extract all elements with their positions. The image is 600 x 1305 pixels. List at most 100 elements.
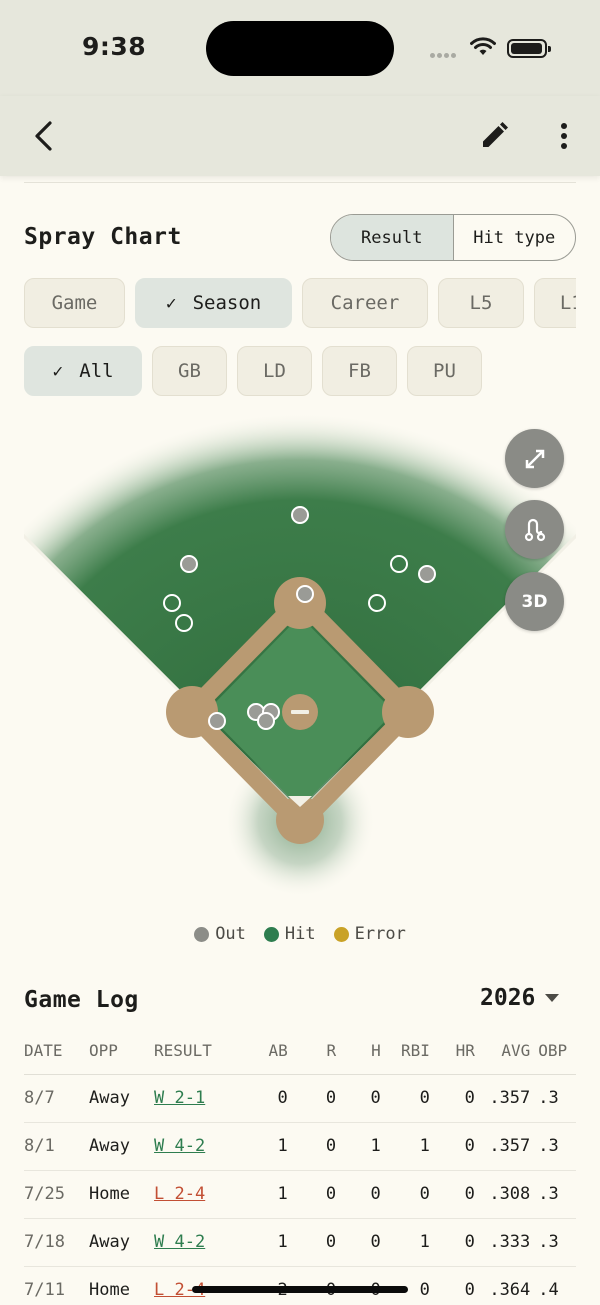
more-options-button[interactable] xyxy=(548,114,580,158)
chip-ld[interactable]: LD xyxy=(237,346,312,396)
col-r[interactable]: R xyxy=(287,1028,337,1075)
result-link[interactable]: W 4-2 xyxy=(154,1232,205,1252)
cell-opp: Home xyxy=(89,1266,155,1305)
chip-label: Season xyxy=(192,292,262,314)
cell-result: L 2-4 xyxy=(154,1170,261,1219)
table-row[interactable]: 7/18 Away W 4-2 1 0 0 1 0.333.3 xyxy=(24,1218,576,1267)
chip-all[interactable]: ✓ All xyxy=(24,346,142,396)
caret-down-icon xyxy=(545,994,560,1002)
wifi-icon xyxy=(470,37,496,55)
game-log-table-container[interactable]: DATE OPP RESULT AB R H RBI HR AVG OBP 8/… xyxy=(24,1028,576,1305)
cell-h: 1 xyxy=(336,1122,381,1171)
pencil-icon xyxy=(483,122,508,147)
more-vert-icon xyxy=(561,123,567,149)
batted-ball-out-marker[interactable] xyxy=(208,712,226,730)
batted-ball-out-marker[interactable] xyxy=(296,585,314,603)
spray-chart-field xyxy=(24,400,576,898)
cell-ab: 1 xyxy=(260,1122,288,1171)
chip-season[interactable]: ✓ Season xyxy=(135,278,292,328)
mode-result-button[interactable]: Result xyxy=(331,215,454,260)
legend-dot xyxy=(333,926,349,942)
cell-rbi: 0 xyxy=(380,1074,430,1123)
cell-date: 7/25 xyxy=(24,1170,90,1219)
cell-ab: 1 xyxy=(260,1218,288,1267)
col-rbi[interactable]: RBI xyxy=(380,1028,430,1075)
battery-icon xyxy=(507,39,551,58)
cell-date: 8/7 xyxy=(24,1074,90,1123)
arrow-back-icon xyxy=(35,121,52,151)
cell-obp: .3 xyxy=(530,1122,576,1171)
chip-label: PU xyxy=(433,360,456,382)
trajectory-button[interactable] xyxy=(505,500,564,559)
chip-l10[interactable]: L10 xyxy=(534,278,576,328)
chip-career[interactable]: Career xyxy=(302,278,428,328)
cell-ab: 1 xyxy=(260,1170,288,1219)
home-indicator xyxy=(192,1286,408,1293)
chip-label: LD xyxy=(263,360,286,382)
table-row[interactable]: 7/25 Home L 2-4 1 0 0 0 0.308.3 xyxy=(24,1170,576,1219)
check-icon: ✓ xyxy=(52,360,64,382)
spray-legend: Out Hit Error xyxy=(0,924,600,944)
col-result[interactable]: RESULT xyxy=(154,1028,261,1075)
3d-view-button[interactable]: 3D xyxy=(505,572,564,631)
cell-opp: Home xyxy=(89,1170,155,1219)
col-avg[interactable]: AVG xyxy=(474,1028,531,1075)
cell-hr: 0 xyxy=(429,1122,475,1171)
clock: 9:38 xyxy=(82,32,147,61)
status-bar: 9:38 xyxy=(0,0,600,96)
cell-avg: .333 xyxy=(474,1218,531,1267)
legend-item-out: Out xyxy=(194,924,246,944)
fullscreen-button[interactable] xyxy=(505,429,564,488)
result-link[interactable]: W 4-2 xyxy=(154,1136,205,1156)
col-h[interactable]: H xyxy=(336,1028,381,1075)
chip-label: Career xyxy=(330,292,400,314)
result-link[interactable]: L 2-4 xyxy=(154,1184,205,1204)
chip-pu[interactable]: PU xyxy=(407,346,482,396)
batted-ball-out-marker[interactable] xyxy=(418,565,436,583)
third-base xyxy=(166,686,218,738)
cell-avg: .357 xyxy=(474,1122,531,1171)
legend-label: Hit xyxy=(284,924,316,944)
batted-ball-out-marker[interactable] xyxy=(180,555,198,573)
cell-avg: .357 xyxy=(474,1074,531,1123)
edit-button[interactable] xyxy=(472,114,516,158)
mode-hit-type-button[interactable]: Hit type xyxy=(454,215,576,260)
cell-obp: .3 xyxy=(530,1074,576,1123)
legend-item-error: Error xyxy=(333,924,406,944)
year-selector[interactable]: 2026 xyxy=(480,985,560,1011)
col-date[interactable]: DATE xyxy=(24,1028,90,1075)
col-obp[interactable]: OBP xyxy=(530,1028,576,1075)
cell-date: 8/1 xyxy=(24,1122,90,1171)
chip-label: L10 xyxy=(559,292,576,314)
spray-chart-title: Spray Chart xyxy=(24,224,182,250)
expand-icon xyxy=(525,449,544,468)
cell-rbi: 0 xyxy=(380,1170,430,1219)
chip-gb[interactable]: GB xyxy=(152,346,227,396)
cell-rbi: 1 xyxy=(380,1218,430,1267)
batted-ball-out-marker[interactable] xyxy=(291,506,309,524)
cell-opp: Away xyxy=(89,1218,155,1267)
table-row[interactable]: 8/1 Away W 4-2 1 0 1 1 0.357.3 xyxy=(24,1122,576,1171)
cell-h: 0 xyxy=(336,1218,381,1267)
result-link[interactable]: W 2-1 xyxy=(154,1088,205,1108)
back-button[interactable] xyxy=(22,114,66,158)
chip-l5[interactable]: L5 xyxy=(438,278,524,328)
year-value: 2026 xyxy=(480,985,536,1011)
table-row[interactable]: 8/7 Away W 2-1 0 0 0 0 0.357.3 xyxy=(24,1074,576,1123)
cell-obp: .3 xyxy=(530,1170,576,1219)
chip-label: FB xyxy=(348,360,371,382)
chip-fb[interactable]: FB xyxy=(322,346,397,396)
cell-opp: Away xyxy=(89,1074,155,1123)
chip-label: All xyxy=(79,360,114,382)
chip-game[interactable]: Game xyxy=(24,278,125,328)
cellular-signal-icon xyxy=(430,43,458,62)
cell-ab: 0 xyxy=(260,1074,288,1123)
col-hr[interactable]: HR xyxy=(429,1028,475,1075)
pitchers-rubber xyxy=(291,710,309,714)
batted-ball-out-marker[interactable] xyxy=(257,712,275,730)
cell-date: 7/11 xyxy=(24,1266,90,1305)
col-opp[interactable]: OPP xyxy=(89,1028,155,1075)
game-log-table: DATE OPP RESULT AB R H RBI HR AVG OBP 8/… xyxy=(24,1028,576,1305)
legend-label: Out xyxy=(215,924,246,944)
col-ab[interactable]: AB xyxy=(260,1028,288,1075)
